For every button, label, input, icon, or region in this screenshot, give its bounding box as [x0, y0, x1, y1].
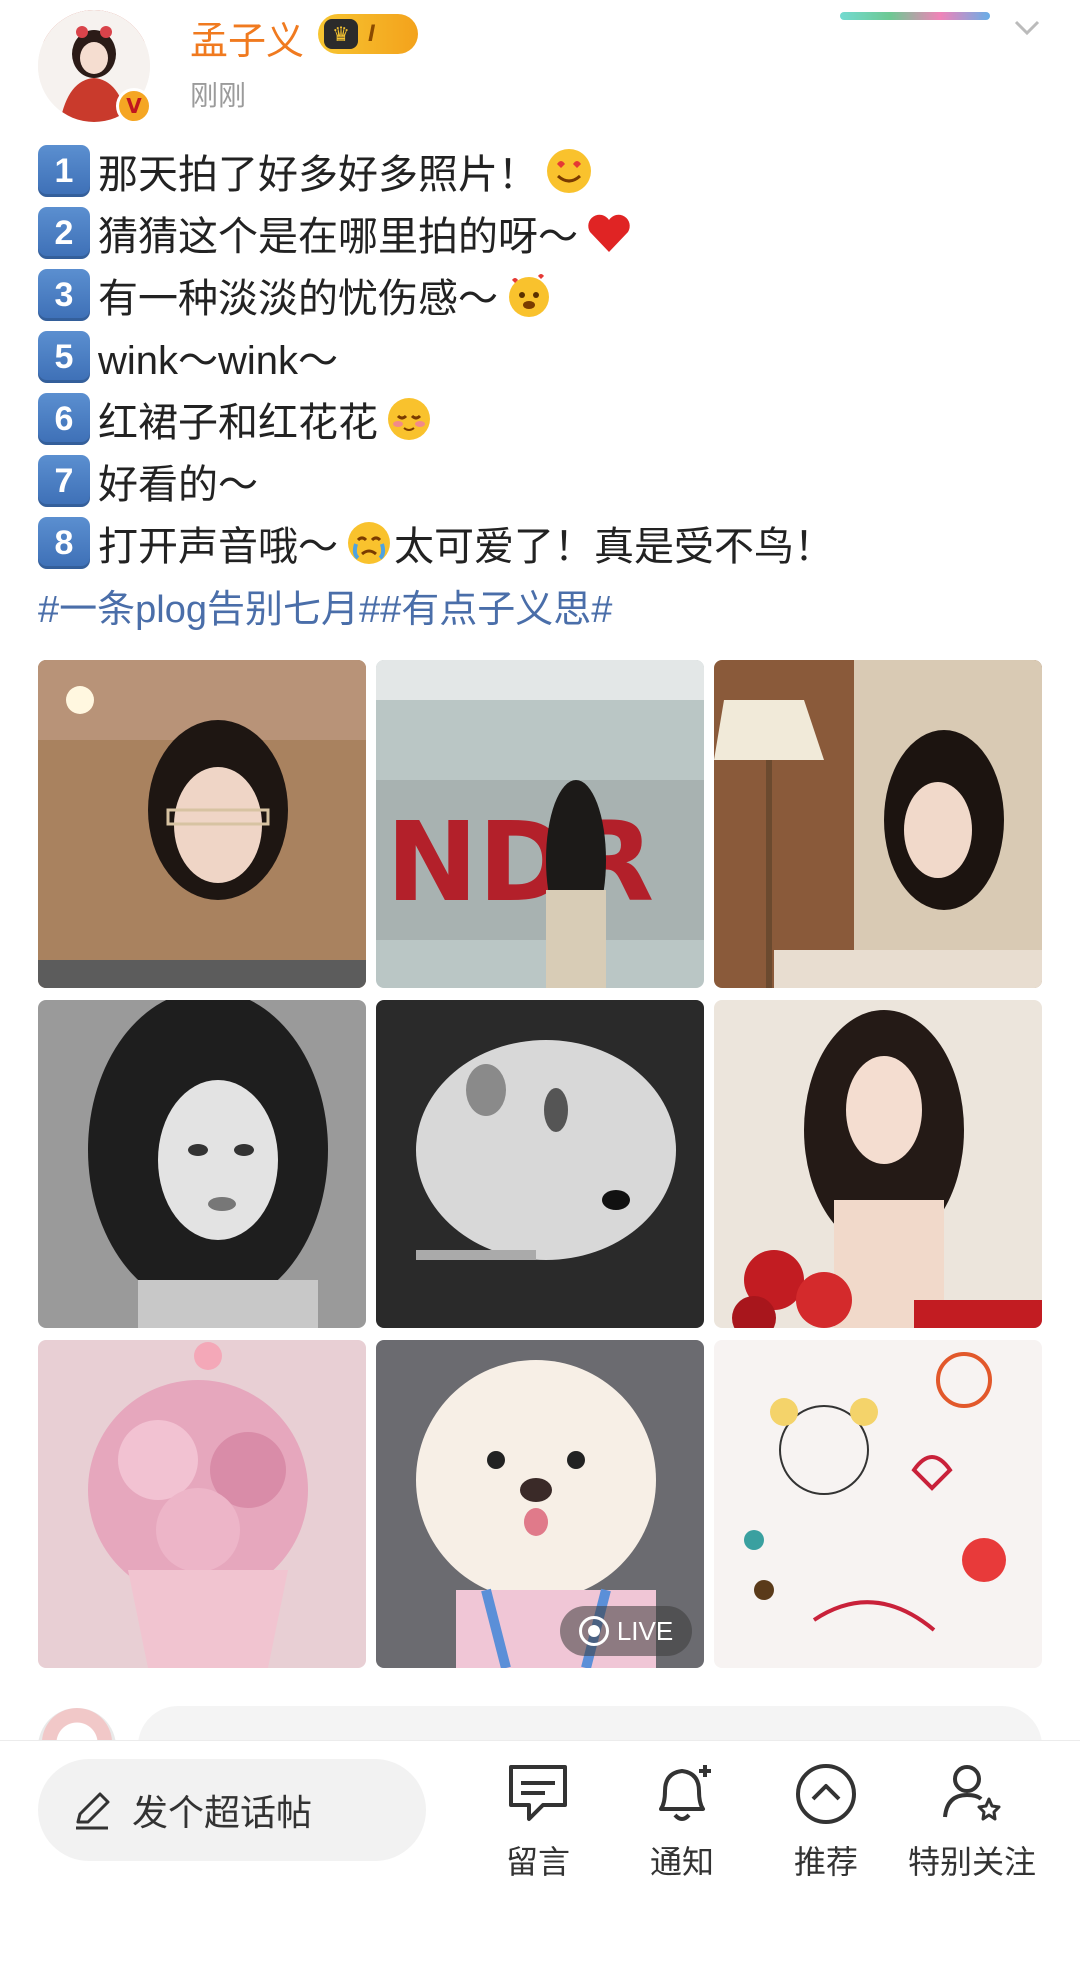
- post-line-text: 好看的～: [98, 463, 258, 507]
- smiling-face-with-hearts-icon: [544, 146, 594, 196]
- keycap-number: 5: [38, 331, 90, 383]
- post-line-text: wink～wink～: [98, 339, 339, 383]
- compose-post-button[interactable]: 发个超话帖: [38, 1759, 426, 1861]
- blushing-face-icon: [384, 394, 434, 444]
- author-avatar[interactable]: V: [38, 10, 152, 124]
- nav-label: 留言: [505, 1844, 570, 1880]
- photo-pink-hydrangea[interactable]: [38, 1340, 366, 1668]
- photo-child-drawing[interactable]: [714, 1340, 1042, 1668]
- compose-label: 发个超话帖: [132, 1792, 313, 1833]
- bottom-action-bar: 发个超话帖 留言 通知 推荐 特别关注: [0, 1740, 1080, 1973]
- verified-badge-icon: V: [116, 88, 152, 124]
- post-line: 7 好看的～: [38, 450, 1048, 512]
- photo-roses-portrait[interactable]: [714, 1000, 1042, 1328]
- keycap-number: 3: [38, 269, 90, 321]
- nav-label: 推荐: [793, 1844, 858, 1880]
- post-line: 1 那天拍了好多好多照片！: [38, 140, 1048, 202]
- post-line-text: 有一种淡淡的忧伤感～: [98, 277, 498, 321]
- live-label: LIVE: [616, 1615, 674, 1646]
- keycap-number: 1: [38, 145, 90, 197]
- nav-message[interactable]: 留言: [468, 1759, 608, 1889]
- chevron-down-icon[interactable]: [1010, 10, 1044, 44]
- red-heart-icon: [584, 208, 634, 258]
- smiling-face-with-hearts-icon: [504, 270, 554, 320]
- nav-recommend[interactable]: 推荐: [756, 1759, 896, 1889]
- chevron-up-circle-icon: [796, 1764, 856, 1824]
- hashtag-link[interactable]: #一条plog告别七月##有点子义思#: [38, 574, 1048, 636]
- live-icon: [578, 1616, 609, 1646]
- crying-face-icon: [344, 518, 394, 568]
- post-header: V 孟子义 ♛ I 刚刚: [0, 0, 1080, 130]
- nav-special-follow[interactable]: 特别关注: [902, 1759, 1042, 1889]
- post-body: 1 那天拍了好多好多照片！ 2 猜猜这个是在哪里拍的呀～ 3 有一种淡淡的忧伤感…: [38, 140, 1048, 636]
- message-icon: [509, 1765, 567, 1821]
- post-line-text: 红裙子和红花花: [98, 401, 378, 445]
- photo-glasses-portrait[interactable]: [38, 660, 366, 988]
- author-name[interactable]: 孟子义: [190, 10, 304, 65]
- photo-bw-closeup[interactable]: [376, 1000, 704, 1328]
- nav-label: 特别关注: [907, 1844, 1036, 1880]
- post-line: 2 猜猜这个是在哪里拍的呀～: [38, 202, 1048, 264]
- svg-text:NDR: NDR: [386, 798, 654, 926]
- photo-bw-portrait[interactable]: [38, 1000, 366, 1328]
- photo-white-puppy[interactable]: LIVE: [376, 1340, 704, 1668]
- photo-red-letters-wall[interactable]: NDR: [376, 660, 704, 988]
- post-line: 5 wink～wink～: [38, 326, 1048, 388]
- user-star-icon: [943, 1765, 1001, 1821]
- user-avatar: [38, 1708, 116, 1740]
- post-timestamp: 刚刚: [190, 80, 247, 111]
- comment-area: [0, 1700, 1080, 1740]
- post-line-text: 猜猜这个是在哪里拍的呀～: [98, 215, 578, 259]
- pencil-icon: [76, 1792, 110, 1830]
- keycap-number: 7: [38, 455, 90, 507]
- post-line-tail-text: 太可爱了！真是受不鸟！: [394, 525, 834, 569]
- keycap-number: 6: [38, 393, 90, 445]
- nav-notification[interactable]: 通知: [612, 1759, 752, 1889]
- keycap-number: 8: [38, 517, 90, 569]
- vip-level: I: [368, 20, 375, 47]
- post-line-text: 那天拍了好多好多照片！: [98, 153, 538, 197]
- vip-badge[interactable]: ♛ I: [318, 14, 418, 54]
- photo-lamp-portrait[interactable]: [714, 660, 1042, 988]
- nav-label: 通知: [649, 1844, 714, 1880]
- post-line-text: 打开声音哦～: [98, 525, 338, 569]
- post-line: 6 红裙子和红花花: [38, 388, 1048, 450]
- live-photo-badge: LIVE: [560, 1606, 692, 1656]
- keycap-number: 2: [38, 207, 90, 259]
- crown-icon: ♛: [324, 19, 358, 49]
- bell-icon: [659, 1765, 711, 1821]
- decoration-banner: [840, 12, 990, 20]
- post-line: 3 有一种淡淡的忧伤感～: [38, 264, 1048, 326]
- comment-input[interactable]: [138, 1706, 1042, 1740]
- post-line: 8 打开声音哦～ 太可爱了！真是受不鸟！: [38, 512, 1048, 574]
